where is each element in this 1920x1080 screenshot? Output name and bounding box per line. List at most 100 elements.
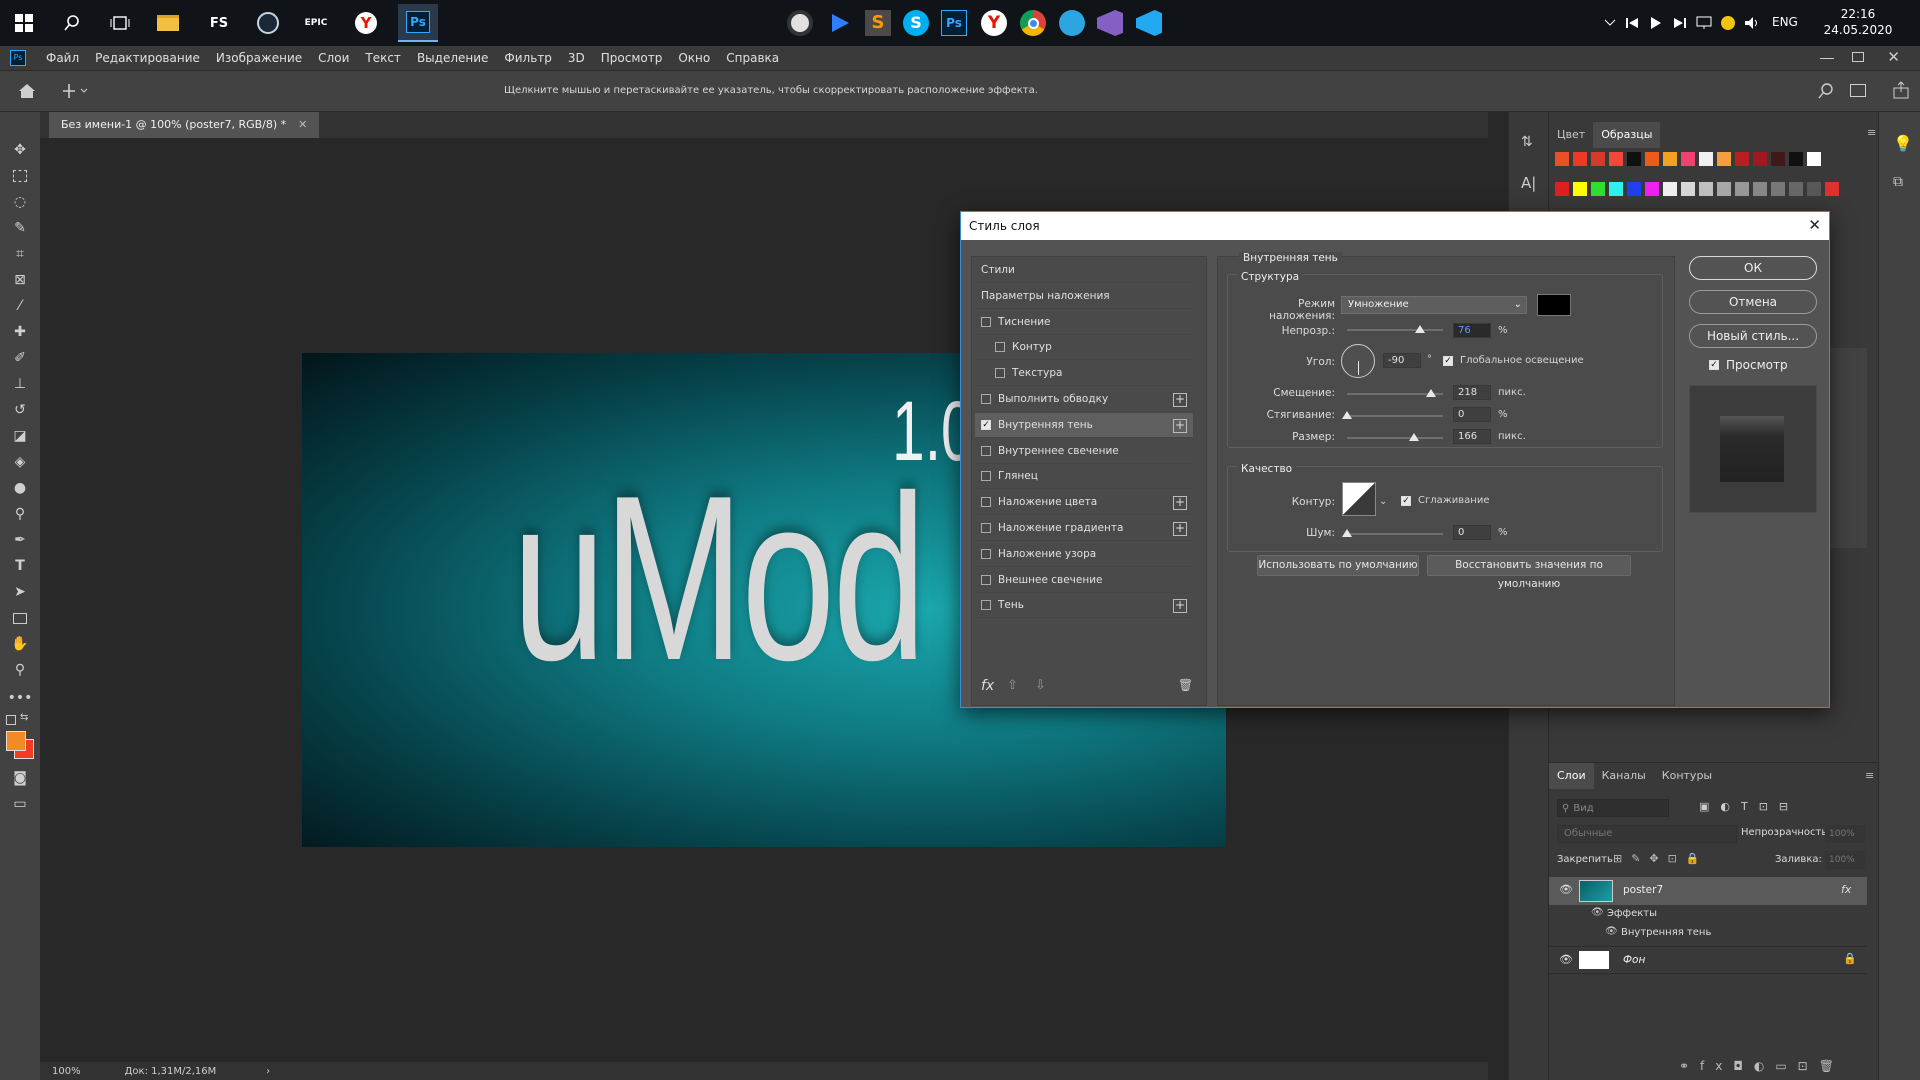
size-slider[interactable] [1347, 437, 1443, 439]
size-slider-thumb[interactable] [1409, 433, 1420, 441]
menu-select[interactable]: Выделение [409, 46, 496, 71]
dialog-close-icon[interactable]: ✕ [1808, 216, 1821, 234]
lock-icons[interactable]: ⊞✎✥⊡🔒 [1613, 852, 1709, 865]
style-checkbox[interactable] [995, 368, 1005, 379]
layer-filter-search[interactable]: ⚲ Вид [1557, 799, 1669, 817]
contour-picker[interactable] [1342, 482, 1376, 516]
tab-layers[interactable]: Слои [1549, 763, 1594, 789]
yandex-icon[interactable]: Y [978, 7, 1010, 39]
libraries-icon[interactable]: ⧉ [1893, 174, 1903, 190]
menu-image[interactable]: Изображение [208, 46, 310, 71]
noise-value-field[interactable]: 0 [1453, 525, 1491, 540]
color-swatch[interactable] [1735, 182, 1749, 196]
new-style-button[interactable]: Новый стиль... [1689, 324, 1817, 348]
color-swatch[interactable] [1645, 182, 1659, 196]
choke-value-field[interactable]: 0 [1453, 407, 1491, 422]
add-style-plus-icon[interactable]: + [1173, 522, 1187, 536]
photoshop-logo[interactable]: Ps [10, 50, 26, 66]
vscode-icon[interactable] [1133, 7, 1165, 39]
layer-row-poster7[interactable]: 👁 poster7 fx [1549, 877, 1867, 905]
style-list-item[interactable]: Тиснение [975, 310, 1193, 335]
color-swatch[interactable] [1699, 182, 1713, 196]
color-swatch[interactable] [1807, 182, 1821, 196]
choke-slider[interactable] [1347, 415, 1443, 417]
dialog-title-bar[interactable]: Стиль слоя ✕ [961, 212, 1829, 240]
move-down-icon[interactable]: ⇩ [1035, 678, 1046, 693]
swap-colors-icon[interactable]: ⇆ [20, 712, 28, 723]
minimize-icon[interactable] [1820, 52, 1834, 64]
search-ps-icon[interactable] [1818, 83, 1834, 102]
move-tool-icon[interactable]: ✥ [10, 140, 30, 160]
shadow-color-swatch[interactable] [1537, 294, 1571, 316]
play-pause-icon[interactable] [1646, 7, 1666, 39]
file-explorer-icon[interactable] [152, 7, 184, 39]
noise-slider-thumb[interactable] [1342, 529, 1352, 537]
color-swatch[interactable] [1609, 182, 1623, 196]
color-swatch[interactable] [1699, 152, 1713, 166]
preview-checkbox[interactable]: ✓ Просмотр [1709, 358, 1788, 372]
style-list-item[interactable]: Стили [975, 258, 1193, 283]
chevron-up-icon[interactable] [1600, 7, 1620, 39]
panel-menu-icon[interactable]: ≡ [1867, 126, 1876, 139]
style-checkbox[interactable] [981, 523, 991, 533]
color-swatch[interactable] [1807, 152, 1821, 166]
yandex-browser-icon[interactable]: Y [350, 7, 382, 39]
style-checkbox[interactable] [981, 445, 991, 456]
brush-tool-icon[interactable]: ✐ [10, 348, 30, 368]
fx-icon[interactable]: fx [1841, 883, 1851, 896]
style-checkbox[interactable] [981, 574, 991, 585]
style-checkbox[interactable] [981, 497, 991, 508]
color-swatch[interactable] [1663, 182, 1677, 196]
style-checkbox[interactable] [981, 471, 991, 482]
add-style-plus-icon[interactable]: + [1173, 496, 1187, 511]
chrome-icon[interactable] [1017, 7, 1049, 39]
menu-help[interactable]: Справка [718, 46, 787, 71]
next-track-icon[interactable] [1670, 7, 1690, 39]
layer-effects-row[interactable]: 👁 Эффекты [1549, 905, 1867, 924]
doc-info[interactable]: Док: 1,31M/2,16M [125, 1066, 217, 1077]
network-icon[interactable] [1694, 7, 1714, 39]
global-light-checkbox[interactable]: ✓ Глобальное освещение [1443, 355, 1584, 366]
blur-tool-icon[interactable]: ● [10, 478, 30, 498]
style-list-item[interactable]: Внешнее свечение [975, 568, 1193, 593]
rectangle-tool-icon[interactable] [10, 608, 30, 628]
color-swatch[interactable] [1681, 152, 1695, 166]
color-swatch[interactable] [1555, 182, 1569, 196]
clone-stamp-tool-icon[interactable]: ⊥ [10, 374, 30, 394]
color-swatch[interactable] [1681, 182, 1695, 196]
color-swatch[interactable] [1771, 152, 1785, 166]
reset-default-button[interactable]: Восстановить значения по умолчанию [1427, 555, 1631, 590]
add-effect-fx-button[interactable]: fx [981, 678, 994, 694]
style-checkbox[interactable] [995, 342, 1005, 353]
layer-filter-icons[interactable]: ▣◐T⊡⊟ [1699, 800, 1799, 813]
visual-studio-icon[interactable] [1094, 7, 1126, 39]
menu-filter[interactable]: Фильтр [496, 46, 559, 71]
type-tool-icon[interactable]: T [10, 556, 30, 576]
photoshop-taskbar-active[interactable]: Ps [398, 4, 438, 42]
style-list-item[interactable]: Глянец [975, 464, 1193, 490]
color-swatch[interactable] [1573, 182, 1587, 196]
color-swatch[interactable] [1555, 152, 1569, 166]
telegram-icon[interactable] [1056, 7, 1088, 39]
layer-row-background[interactable]: 👁 Фон 🔒 [1549, 946, 1867, 974]
marquee-tool-icon[interactable] [10, 166, 30, 186]
ok-button[interactable]: ОК [1689, 256, 1817, 280]
menu-file[interactable]: Файл [38, 46, 87, 71]
add-style-plus-icon[interactable]: + [1173, 418, 1187, 433]
add-style-plus-icon[interactable]: + [1173, 393, 1187, 407]
style-checkbox[interactable] [981, 394, 991, 404]
color-swatch[interactable] [1789, 182, 1803, 196]
eyedropper-tool-icon[interactable]: ⁄ [10, 296, 30, 316]
color-swatch[interactable] [1627, 182, 1641, 196]
document-tab[interactable]: Без имени-1 @ 100% (poster7, RGB/8) * ✕ [49, 112, 320, 138]
offset-slider-thumb[interactable] [1425, 389, 1436, 397]
obs-icon[interactable] [784, 7, 816, 39]
choke-slider-thumb[interactable] [1342, 411, 1352, 419]
language-indicator[interactable]: ENG [1772, 15, 1798, 29]
default-colors-icon[interactable] [6, 715, 16, 725]
style-list-item[interactable]: Текстура [975, 361, 1193, 387]
fill-field[interactable]: 100% [1825, 851, 1865, 869]
eraser-tool-icon[interactable]: ◪ [10, 426, 30, 446]
inner-shadow-eye-icon[interactable]: 👁 [1605, 926, 1618, 937]
layers-footer-icons[interactable]: ⚭fx◘◐▭⊡🗑 [1679, 1059, 1845, 1073]
